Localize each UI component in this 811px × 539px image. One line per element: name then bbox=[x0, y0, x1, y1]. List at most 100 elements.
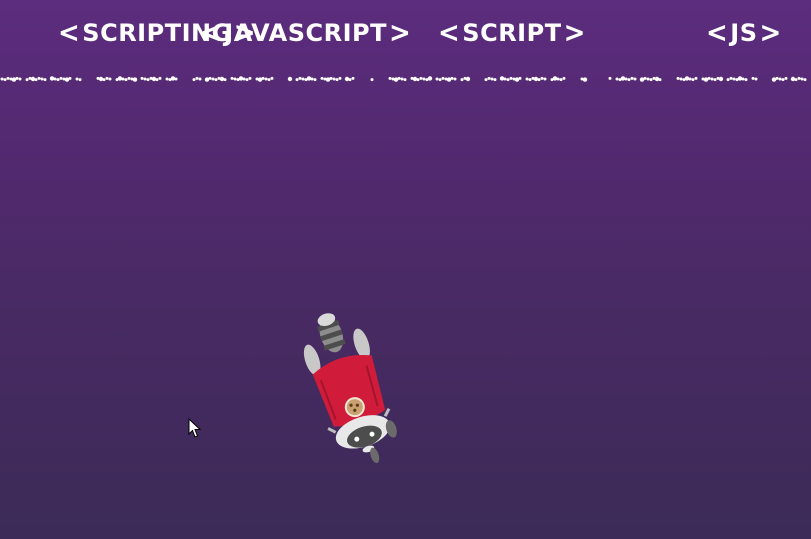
divider-dot bbox=[487, 76, 491, 80]
divider-dot bbox=[465, 76, 471, 82]
divider-dot bbox=[18, 77, 22, 81]
divider-dot bbox=[270, 76, 274, 80]
divider-dot bbox=[174, 77, 178, 81]
divider-dot bbox=[37, 76, 41, 80]
divider-dot bbox=[301, 77, 305, 81]
divider-dot bbox=[643, 76, 647, 80]
falling-word[interactable]: < JS > bbox=[706, 16, 782, 50]
divider-dot bbox=[117, 76, 123, 81]
falling-words-area: < SCRIPTING > < JAVASCRIPT > < SCRIPT > … bbox=[0, 0, 811, 70]
divider-dot bbox=[34, 78, 38, 82]
divider-dot bbox=[751, 76, 755, 80]
divider-dot bbox=[121, 77, 125, 81]
divider-dot bbox=[146, 78, 150, 82]
divider-dot bbox=[713, 78, 717, 82]
divider-dot bbox=[158, 76, 162, 80]
divider-dot bbox=[140, 76, 144, 80]
open-bracket-icon: < bbox=[200, 16, 223, 50]
divider-dot bbox=[803, 78, 807, 82]
divider-dot bbox=[78, 78, 82, 82]
divider-dot bbox=[707, 76, 711, 80]
falling-word[interactable]: < JAVASCRIPT > bbox=[200, 16, 411, 50]
open-bracket-icon: < bbox=[706, 16, 729, 50]
divider-dot bbox=[388, 76, 392, 80]
divider-dot bbox=[3, 78, 7, 82]
divider-dot bbox=[726, 78, 730, 82]
divider-dot bbox=[781, 78, 785, 82]
divider-dot bbox=[298, 76, 302, 80]
falling-word-text: SCRIPT bbox=[462, 19, 562, 47]
divider-dot bbox=[267, 78, 271, 82]
divider-dot bbox=[214, 78, 218, 82]
divider-dot bbox=[615, 77, 619, 81]
divider-dot bbox=[397, 76, 401, 80]
divider-dot bbox=[370, 78, 374, 82]
divider-dot bbox=[68, 76, 72, 80]
divider-dot bbox=[320, 76, 324, 80]
divider-dot bbox=[230, 76, 234, 80]
divider-dot bbox=[543, 77, 547, 81]
divider-dot bbox=[684, 76, 690, 81]
divider-dot bbox=[223, 78, 227, 82]
divider-dot bbox=[556, 77, 560, 81]
divider-dot bbox=[108, 77, 112, 81]
divider-dot bbox=[800, 77, 804, 81]
divider-dot bbox=[582, 77, 588, 82]
falling-word-text: JAVASCRIPT bbox=[224, 19, 387, 47]
divider-dot bbox=[422, 77, 426, 81]
divider-dot bbox=[310, 77, 314, 81]
divider-dot bbox=[25, 78, 29, 82]
divider-dot bbox=[248, 76, 252, 80]
divider-dot bbox=[630, 76, 634, 80]
divider-dot bbox=[624, 77, 628, 81]
divider-dot bbox=[646, 77, 650, 81]
divider-dot bbox=[30, 76, 36, 82]
open-bracket-icon: < bbox=[438, 16, 461, 50]
divider-dot bbox=[151, 76, 157, 82]
divider-dot bbox=[562, 76, 566, 80]
divider-dot bbox=[679, 77, 683, 81]
divider-dot bbox=[688, 77, 692, 81]
rocket-racoon-icon[interactable] bbox=[290, 300, 420, 470]
divider-dot bbox=[537, 78, 541, 82]
divider-dot bbox=[729, 76, 733, 80]
divider-dot bbox=[676, 76, 680, 80]
mouse-cursor-icon bbox=[188, 418, 202, 438]
divider-dot bbox=[518, 76, 522, 80]
divider-dot bbox=[170, 76, 176, 81]
divider-dot bbox=[450, 76, 454, 80]
divider-dot bbox=[332, 77, 336, 81]
divider-dot bbox=[784, 76, 788, 80]
divider-dot bbox=[710, 77, 714, 81]
divider-dot bbox=[435, 77, 439, 81]
divider-dot bbox=[503, 77, 507, 81]
divider-dot bbox=[335, 78, 339, 82]
divider-dot bbox=[105, 76, 109, 80]
divider-dot bbox=[56, 78, 60, 82]
divider-dot bbox=[732, 77, 736, 81]
falling-word[interactable]: < SCRIPT > bbox=[438, 16, 586, 50]
divider-dot bbox=[132, 77, 138, 82]
divider-dot bbox=[208, 76, 212, 80]
divider-dot bbox=[627, 78, 631, 82]
racoon-tail bbox=[317, 313, 346, 353]
divider-dot bbox=[59, 76, 63, 80]
divider-dot bbox=[649, 78, 653, 82]
divider-dot bbox=[143, 77, 147, 81]
divider-dot bbox=[198, 77, 202, 81]
divider-dot bbox=[313, 78, 317, 82]
divider-dot bbox=[344, 76, 350, 82]
divider-dot bbox=[559, 78, 563, 82]
divider-dot bbox=[691, 78, 695, 82]
divider-dot bbox=[797, 76, 801, 80]
divider-dot bbox=[219, 76, 225, 82]
divider-dot bbox=[718, 76, 724, 82]
divider-dot bbox=[127, 76, 131, 80]
divider-dot bbox=[441, 76, 445, 80]
divider-dot bbox=[416, 78, 420, 82]
divider-dot bbox=[75, 77, 79, 81]
close-bracket-icon: > bbox=[563, 16, 586, 50]
divider-dot bbox=[499, 76, 505, 81]
divider-dot bbox=[694, 76, 698, 80]
divider-dot bbox=[40, 77, 44, 81]
